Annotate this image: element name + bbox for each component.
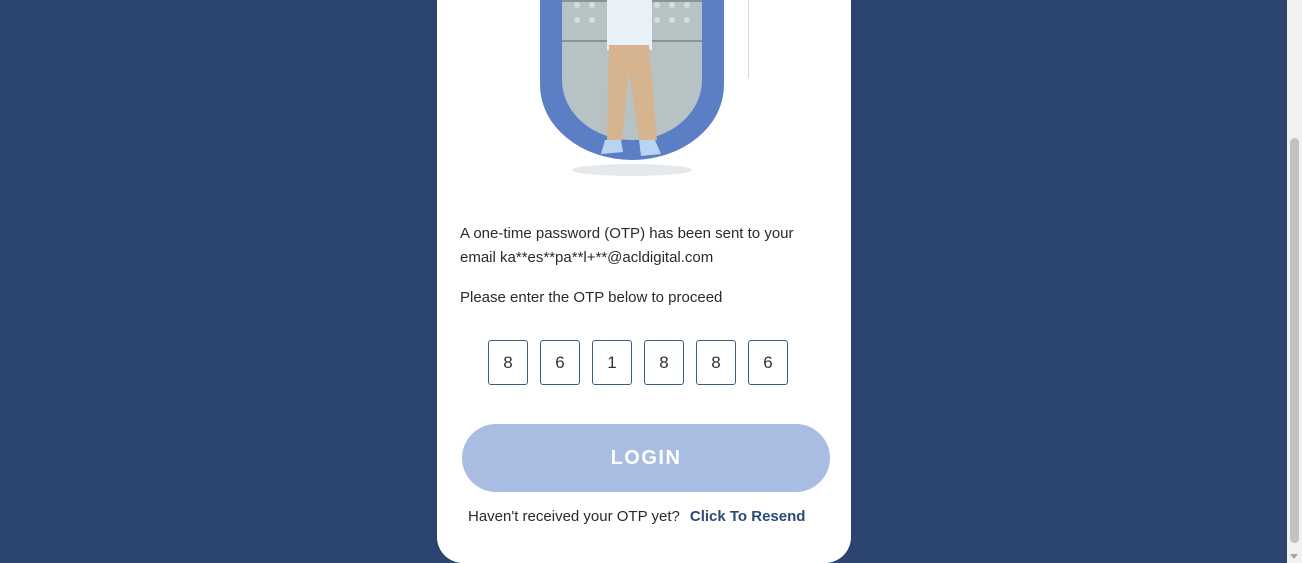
otp-sent-message: A one-time password (OTP) has been sent … (460, 222, 830, 270)
scroll-down-arrow-icon[interactable] (1290, 554, 1298, 559)
resend-link[interactable]: Click To Resend (690, 508, 806, 525)
divider-line (748, 0, 749, 78)
otp-digit-2[interactable]: 6 (540, 340, 580, 385)
otp-digit-1[interactable]: 8 (488, 340, 528, 385)
otp-digit-4[interactable]: 8 (644, 340, 684, 385)
otp-instruction: Please enter the OTP below to proceed (460, 289, 723, 306)
otp-digit-5[interactable]: 8 (696, 340, 736, 385)
otp-digit-3[interactable]: 1 (592, 340, 632, 385)
login-button[interactable]: LOGIN (462, 424, 830, 492)
resend-row: Haven't received your OTP yet? Click To R… (468, 508, 805, 525)
fashion-illustration (540, 0, 724, 176)
scrollbar-thumb[interactable] (1290, 138, 1299, 543)
resend-prompt: Haven't received your OTP yet? (468, 508, 680, 525)
otp-message-line-1: A one-time password (OTP) has been sent … (460, 225, 794, 242)
login-card: A one-time password (OTP) has been sent … (437, 0, 851, 563)
scrollbar[interactable] (1287, 0, 1302, 563)
otp-message-line-2: email ka**es**pa**l+**@acldigital.com (460, 249, 714, 266)
otp-digit-6[interactable]: 6 (748, 340, 788, 385)
otp-input-group: 8 6 1 8 8 6 (488, 340, 788, 385)
